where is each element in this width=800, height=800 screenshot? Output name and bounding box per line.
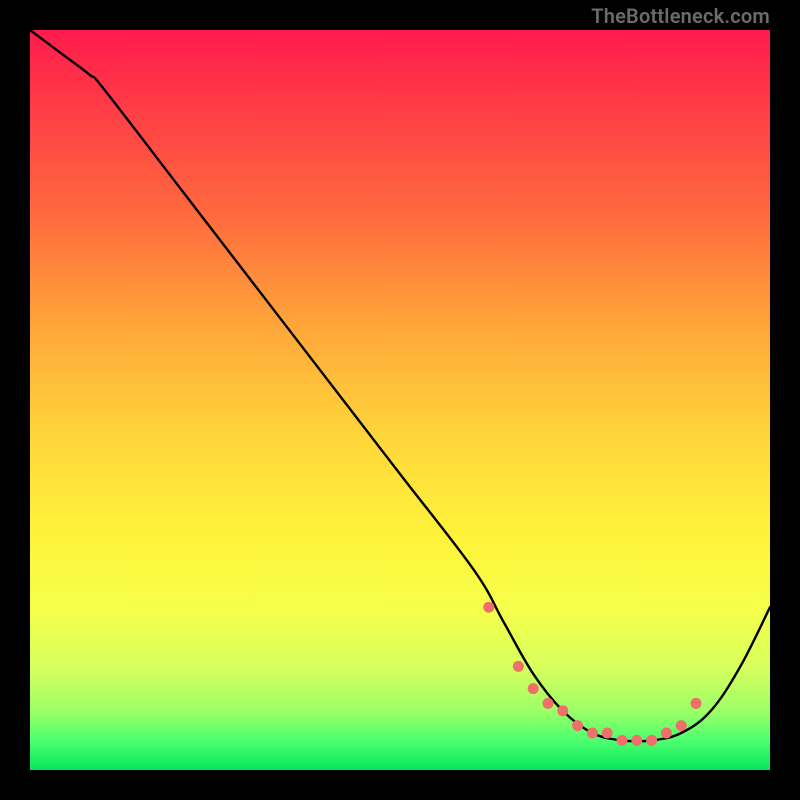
marker-dot	[587, 728, 598, 739]
highlight-dots	[483, 602, 701, 746]
marker-dot	[528, 683, 539, 694]
marker-dot	[676, 720, 687, 731]
marker-dot	[513, 661, 524, 672]
marker-dot	[557, 705, 568, 716]
marker-dot	[543, 698, 554, 709]
chart-svg	[30, 30, 770, 770]
marker-dot	[661, 728, 672, 739]
watermark-text: TheBottleneck.com	[591, 4, 770, 28]
chart-frame: TheBottleneck.com	[0, 0, 800, 800]
marker-dot	[572, 720, 583, 731]
marker-dot	[691, 698, 702, 709]
marker-dot	[646, 735, 657, 746]
bottleneck-curve	[30, 30, 770, 741]
marker-dot	[483, 602, 494, 613]
marker-dot	[617, 735, 628, 746]
marker-dot	[631, 735, 642, 746]
marker-dot	[602, 728, 613, 739]
